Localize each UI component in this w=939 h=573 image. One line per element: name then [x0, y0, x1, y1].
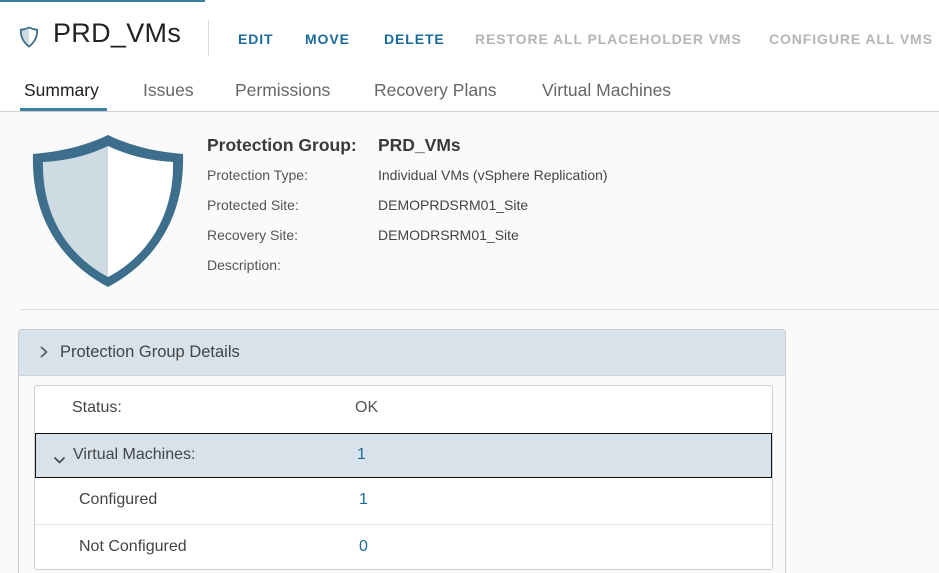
tab-bar: Summary Issues Permissions Recovery Plan…: [0, 72, 939, 112]
active-tab-indicator: [20, 108, 107, 111]
tab-recovery-plans[interactable]: Recovery Plans: [374, 80, 497, 101]
protection-group-details-title: Protection Group Details: [60, 343, 240, 361]
virtual-machines-label: Virtual Machines:: [73, 446, 196, 463]
configure-all-vms-button[interactable]: CONFIGURE ALL VMS: [769, 31, 933, 47]
protection-type-label: Protection Type:: [207, 167, 308, 183]
protected-site-value: DEMOPRDSRM01_Site: [378, 197, 529, 213]
configured-row: Configured 1: [35, 478, 772, 524]
recovery-site-label: Recovery Site:: [207, 227, 299, 243]
edit-button[interactable]: EDIT: [238, 31, 274, 47]
recovery-site-value: DEMODRSRM01_Site: [378, 227, 519, 243]
delete-button[interactable]: DELETE: [384, 31, 445, 47]
page-title: PRD_VMs: [53, 18, 182, 48]
virtual-machines-row[interactable]: Virtual Machines: 1: [35, 433, 772, 478]
shield-icon: [19, 26, 39, 48]
protection-group-label: Protection Group:: [207, 135, 357, 155]
move-button[interactable]: MOVE: [305, 31, 350, 47]
page-header: PRD_VMs EDIT MOVE DELETE RESTORE ALL PLA…: [0, 0, 939, 72]
configured-label: Configured: [79, 491, 158, 508]
status-label: Status:: [72, 399, 122, 416]
not-configured-count-link[interactable]: 0: [359, 538, 368, 556]
virtual-machines-count-link[interactable]: 1: [357, 446, 366, 464]
description-label: Description:: [207, 257, 281, 273]
configured-count-link[interactable]: 1: [359, 491, 368, 509]
chevron-down-icon[interactable]: [53, 452, 66, 464]
tab-virtual-machines[interactable]: Virtual Machines: [542, 80, 671, 101]
details-table: Status: OK Virtual Machines: 1 Configure…: [34, 385, 773, 570]
title-divider: [208, 20, 209, 56]
protection-group-details-card: Protection Group Details Status: OK Virt…: [18, 329, 786, 573]
status-row: Status: OK: [35, 386, 772, 432]
protected-site-label: Protected Site:: [207, 197, 299, 213]
tab-summary[interactable]: Summary: [24, 80, 99, 101]
not-configured-row: Not Configured 0: [35, 524, 772, 569]
protection-group-details-header[interactable]: Protection Group Details: [19, 330, 785, 376]
not-configured-label: Not Configured: [79, 538, 187, 555]
tab-issues[interactable]: Issues: [143, 80, 194, 101]
protection-group-shield-icon: [27, 130, 189, 292]
restore-all-placeholder-vms-button[interactable]: RESTORE ALL PLACEHOLDER VMS: [475, 31, 742, 47]
protection-group-name: PRD_VMs: [378, 135, 461, 155]
summary-content: Protection Group: PRD_VMs Protection Typ…: [0, 112, 939, 573]
status-value: OK: [355, 399, 379, 416]
section-divider: [20, 309, 939, 310]
chevron-right-icon: [38, 345, 50, 359]
protection-type-value: Individual VMs (vSphere Replication): [378, 167, 608, 183]
tab-permissions[interactable]: Permissions: [235, 80, 330, 101]
